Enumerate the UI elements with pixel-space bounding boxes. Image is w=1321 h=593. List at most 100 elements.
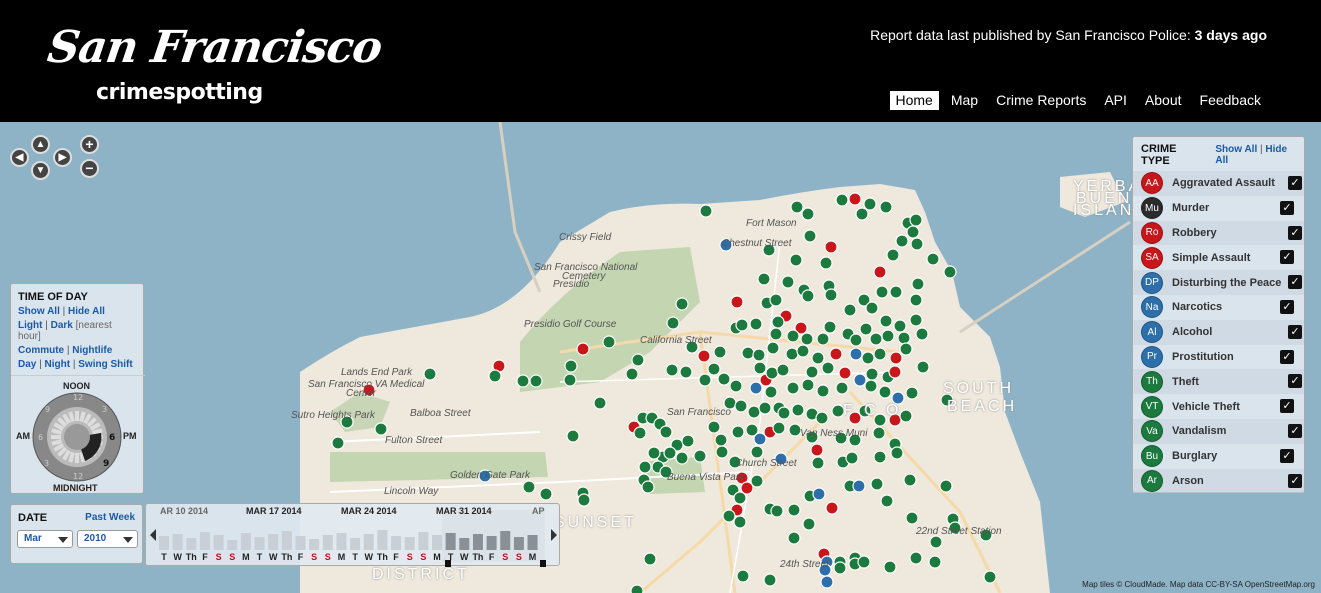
crime-marker[interactable] [857,555,871,569]
crime-marker[interactable] [638,460,652,474]
crime-marker[interactable] [816,332,830,346]
crime-type-item[interactable]: VT Vehicle Theft ✓ [1141,394,1296,419]
crime-marker[interactable] [675,451,689,465]
crime-marker[interactable] [905,511,919,525]
pan-right-button[interactable]: ▶ [53,148,72,167]
crime-marker[interactable] [630,584,644,593]
crime-type-checkbox[interactable]: ✓ [1280,200,1294,215]
crime-marker[interactable] [736,569,750,583]
crime-type-checkbox[interactable]: ✓ [1288,275,1302,290]
timeline-end-handle[interactable] [540,560,546,567]
tod-show-all-link[interactable]: Show All [18,306,60,317]
crime-marker[interactable] [895,234,909,248]
crime-marker[interactable] [875,285,889,299]
crime-marker[interactable] [771,315,785,329]
crime-marker[interactable] [791,403,805,417]
crime-marker[interactable] [929,535,943,549]
pan-down-button[interactable]: ▼ [31,161,50,180]
tod-light-link[interactable]: Light [18,320,42,331]
crime-marker[interactable] [816,384,830,398]
crime-type-item[interactable]: Bu Burglary ✓ [1141,444,1296,469]
crime-marker[interactable] [906,225,920,239]
crime-marker[interactable] [810,443,824,457]
crime-marker[interactable] [899,409,913,423]
crime-marker[interactable] [633,426,647,440]
crime-marker[interactable] [845,451,859,465]
crime-marker[interactable] [781,275,795,289]
crime-marker[interactable] [769,293,783,307]
crime-type-item[interactable]: Ro Robbery ✓ [1133,220,1304,246]
crime-marker[interactable] [777,406,791,420]
nav-home[interactable]: Home [889,91,939,110]
crime-marker[interactable] [731,425,745,439]
month-select[interactable]: Mar [17,530,73,548]
crime-show-all-link[interactable]: Show All [1215,144,1257,155]
crime-marker[interactable] [631,353,645,367]
crime-marker[interactable] [820,575,834,589]
crime-marker[interactable] [785,347,799,361]
crime-marker[interactable] [488,369,502,383]
crime-marker[interactable] [659,425,673,439]
crime-marker[interactable] [699,204,713,218]
crime-marker[interactable] [899,342,913,356]
tod-hide-all-link[interactable]: Hide All [68,306,105,317]
year-select[interactable]: 2010 [77,530,138,548]
crime-marker[interactable] [803,229,817,243]
crime-marker[interactable] [796,344,810,358]
crime-marker[interactable] [675,297,689,311]
crime-marker[interactable] [641,480,655,494]
crime-marker[interactable] [800,332,814,346]
crime-marker[interactable] [801,289,815,303]
crime-marker[interactable] [758,401,772,415]
date-timeline[interactable]: AR 10 2014 MAR 17 2014 MAR 24 2014 MAR 31 2… [145,503,560,567]
crime-marker[interactable] [835,193,849,207]
crime-marker[interactable] [741,346,755,360]
crime-marker[interactable] [897,331,911,345]
crime-marker[interactable] [749,381,763,395]
crime-marker[interactable] [879,314,893,328]
crime-marker[interactable] [786,381,800,395]
crime-type-checkbox[interactable]: ✓ [1288,176,1302,190]
crime-marker[interactable] [750,445,764,459]
crime-marker[interactable] [753,361,767,375]
crime-type-checkbox[interactable]: ✓ [1288,423,1302,438]
crime-marker[interactable] [835,381,849,395]
nav-map[interactable]: Map [945,91,984,110]
crime-marker[interactable] [423,367,437,381]
crime-marker[interactable] [698,373,712,387]
crime-marker[interactable] [802,517,816,531]
crime-marker[interactable] [811,351,825,365]
crime-marker[interactable] [873,265,887,279]
crime-marker[interactable] [843,303,857,317]
crime-marker[interactable] [801,207,815,221]
crime-marker[interactable] [749,317,763,331]
crime-marker[interactable] [665,363,679,377]
crime-marker[interactable] [663,446,677,460]
crime-marker[interactable] [812,487,826,501]
crime-type-checkbox[interactable]: ✓ [1280,299,1294,314]
crime-marker[interactable] [926,252,940,266]
crime-marker[interactable] [730,295,744,309]
nav-crime-reports[interactable]: Crime Reports [990,91,1092,110]
crime-marker[interactable] [787,531,801,545]
crime-marker[interactable] [681,434,695,448]
tod-nightlife-link[interactable]: Nightlife [72,345,112,356]
crime-marker[interactable] [852,479,866,493]
site-logo[interactable]: San Francisco crimespotting [44,22,384,112]
crime-marker[interactable] [770,504,784,518]
crime-type-item[interactable]: Ar Arson ✓ [1133,468,1304,494]
crime-marker[interactable] [833,561,847,575]
crime-marker[interactable] [786,329,800,343]
timeline-start-handle[interactable] [445,560,451,567]
clock-hour-segment[interactable] [75,411,79,421]
zoom-in-button[interactable]: + [80,135,99,154]
tod-night-link[interactable]: Night [45,359,71,370]
crime-marker[interactable] [909,213,923,227]
crime-marker[interactable] [815,411,829,425]
crime-marker[interactable] [916,360,930,374]
crime-marker[interactable] [790,200,804,214]
crime-type-checkbox[interactable]: ✓ [1288,374,1302,389]
pan-left-button[interactable]: ◀ [10,148,29,167]
nav-about[interactable]: About [1139,91,1188,110]
crime-marker[interactable] [715,445,729,459]
